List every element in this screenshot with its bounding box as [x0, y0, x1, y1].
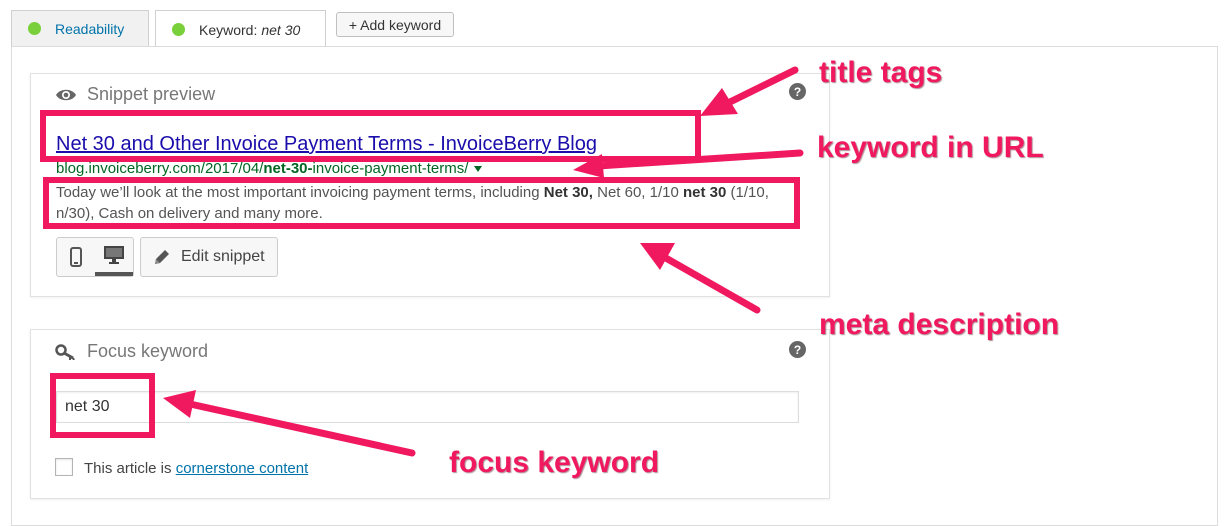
annotation-arrows	[163, 66, 804, 457]
title-tags-arrow	[724, 66, 799, 107]
focus-keyword-arrow	[186, 400, 416, 457]
keyword-url-arrowhead	[573, 154, 604, 178]
keyword-url-arrow	[594, 149, 804, 170]
annotation-meta-description: meta description	[819, 308, 1060, 341]
annotation-keyword-in-url: keyword in URL	[817, 131, 1044, 164]
annotation-title-tags: title tags	[819, 56, 943, 89]
annotation-focus-keyword: focus keyword	[449, 446, 660, 479]
meta-description-arrow	[660, 253, 761, 314]
focus-keyword-arrowhead	[163, 390, 196, 418]
